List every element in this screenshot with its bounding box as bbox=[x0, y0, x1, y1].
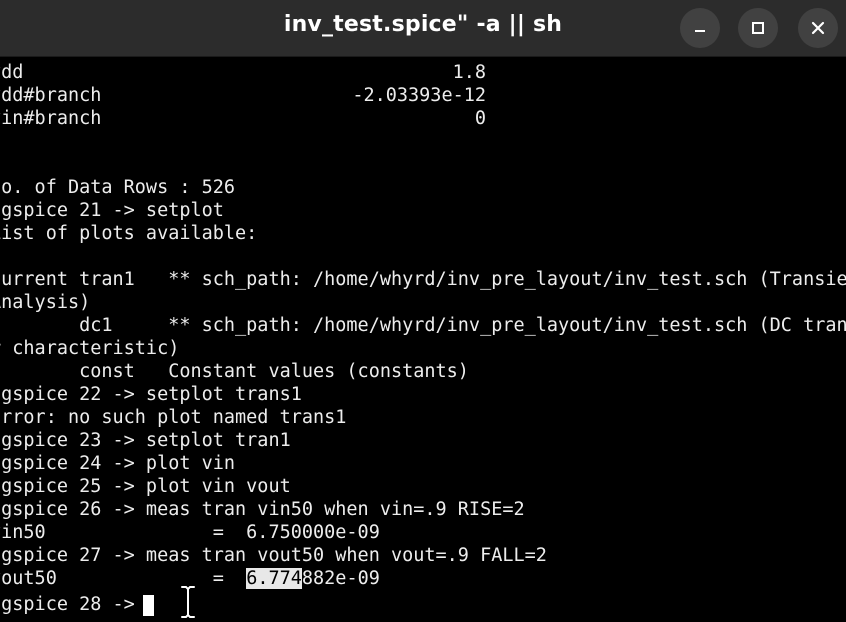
measure-result-vout50-suffix: 882e-09 bbox=[301, 568, 380, 589]
measure-result-vin50: vin50 = 6.750000e-09 bbox=[0, 522, 380, 543]
command-line-22: ngspice 22 -> setplot trans1 bbox=[0, 384, 302, 405]
plot-entry-tran1: Current tran1 ** sch_path: /home/whyrd/i… bbox=[0, 269, 846, 290]
terminal-output[interactable]: vdd 1.8 vdd#branch -2.03393e-12 vin#bran… bbox=[0, 57, 846, 622]
vector-value-vdd-branch: -2.03393e-12 bbox=[352, 85, 486, 106]
plot-entry-dc1-continued: r characteristic) bbox=[0, 338, 180, 359]
close-icon bbox=[811, 21, 825, 35]
minimize-button[interactable] bbox=[680, 8, 720, 48]
plot-entry-dc1: dc1 ** sch_path: /home/whyrd/inv_pre_lay… bbox=[0, 315, 846, 336]
close-button[interactable] bbox=[798, 8, 838, 48]
title-bar[interactable]: inv_test.spice" -a || sh bbox=[0, 0, 846, 57]
vector-name-vdd-branch: vdd#branch bbox=[0, 85, 102, 106]
plot-entry-tran1-continued: Analysis) bbox=[0, 292, 91, 313]
error-line: Error: no such plot named trans1 bbox=[0, 407, 347, 428]
terminal-window: inv_test.spice" -a || sh vdd 1.8 vdd#bra… bbox=[0, 0, 846, 622]
minimize-icon bbox=[695, 30, 705, 32]
measure-result-vout50-prefix: vout50 = bbox=[0, 568, 247, 589]
selected-text[interactable]: 6.774 bbox=[246, 568, 302, 589]
maximize-icon bbox=[752, 22, 764, 34]
data-rows-line: No. of Data Rows : 526 bbox=[0, 177, 236, 198]
ibeam-pointer-icon bbox=[180, 585, 196, 619]
vector-name-vin-branch: vin#branch bbox=[0, 108, 102, 129]
vector-name-vdd: vdd bbox=[0, 62, 24, 83]
plot-entry-const: const Constant values (constants) bbox=[0, 361, 469, 382]
vector-value-vdd: 1.8 bbox=[452, 62, 486, 83]
command-line-21: ngspice 21 -> setplot bbox=[0, 200, 224, 221]
text-cursor bbox=[143, 595, 154, 616]
vector-value-vin-branch: 0 bbox=[474, 108, 486, 129]
command-prompt[interactable]: ngspice 28 -> bbox=[0, 593, 146, 616]
plot-list-header: List of plots available: bbox=[0, 223, 258, 244]
command-line-27: ngspice 27 -> meas tran vout50 when vout… bbox=[0, 545, 547, 566]
command-line-26: ngspice 26 -> meas tran vin50 when vin=.… bbox=[0, 499, 525, 520]
command-line-24: ngspice 24 -> plot vin bbox=[0, 453, 236, 474]
maximize-button[interactable] bbox=[738, 8, 778, 48]
command-line-23: ngspice 23 -> setplot tran1 bbox=[0, 430, 291, 451]
command-line-25: ngspice 25 -> plot vin vout bbox=[0, 476, 291, 497]
